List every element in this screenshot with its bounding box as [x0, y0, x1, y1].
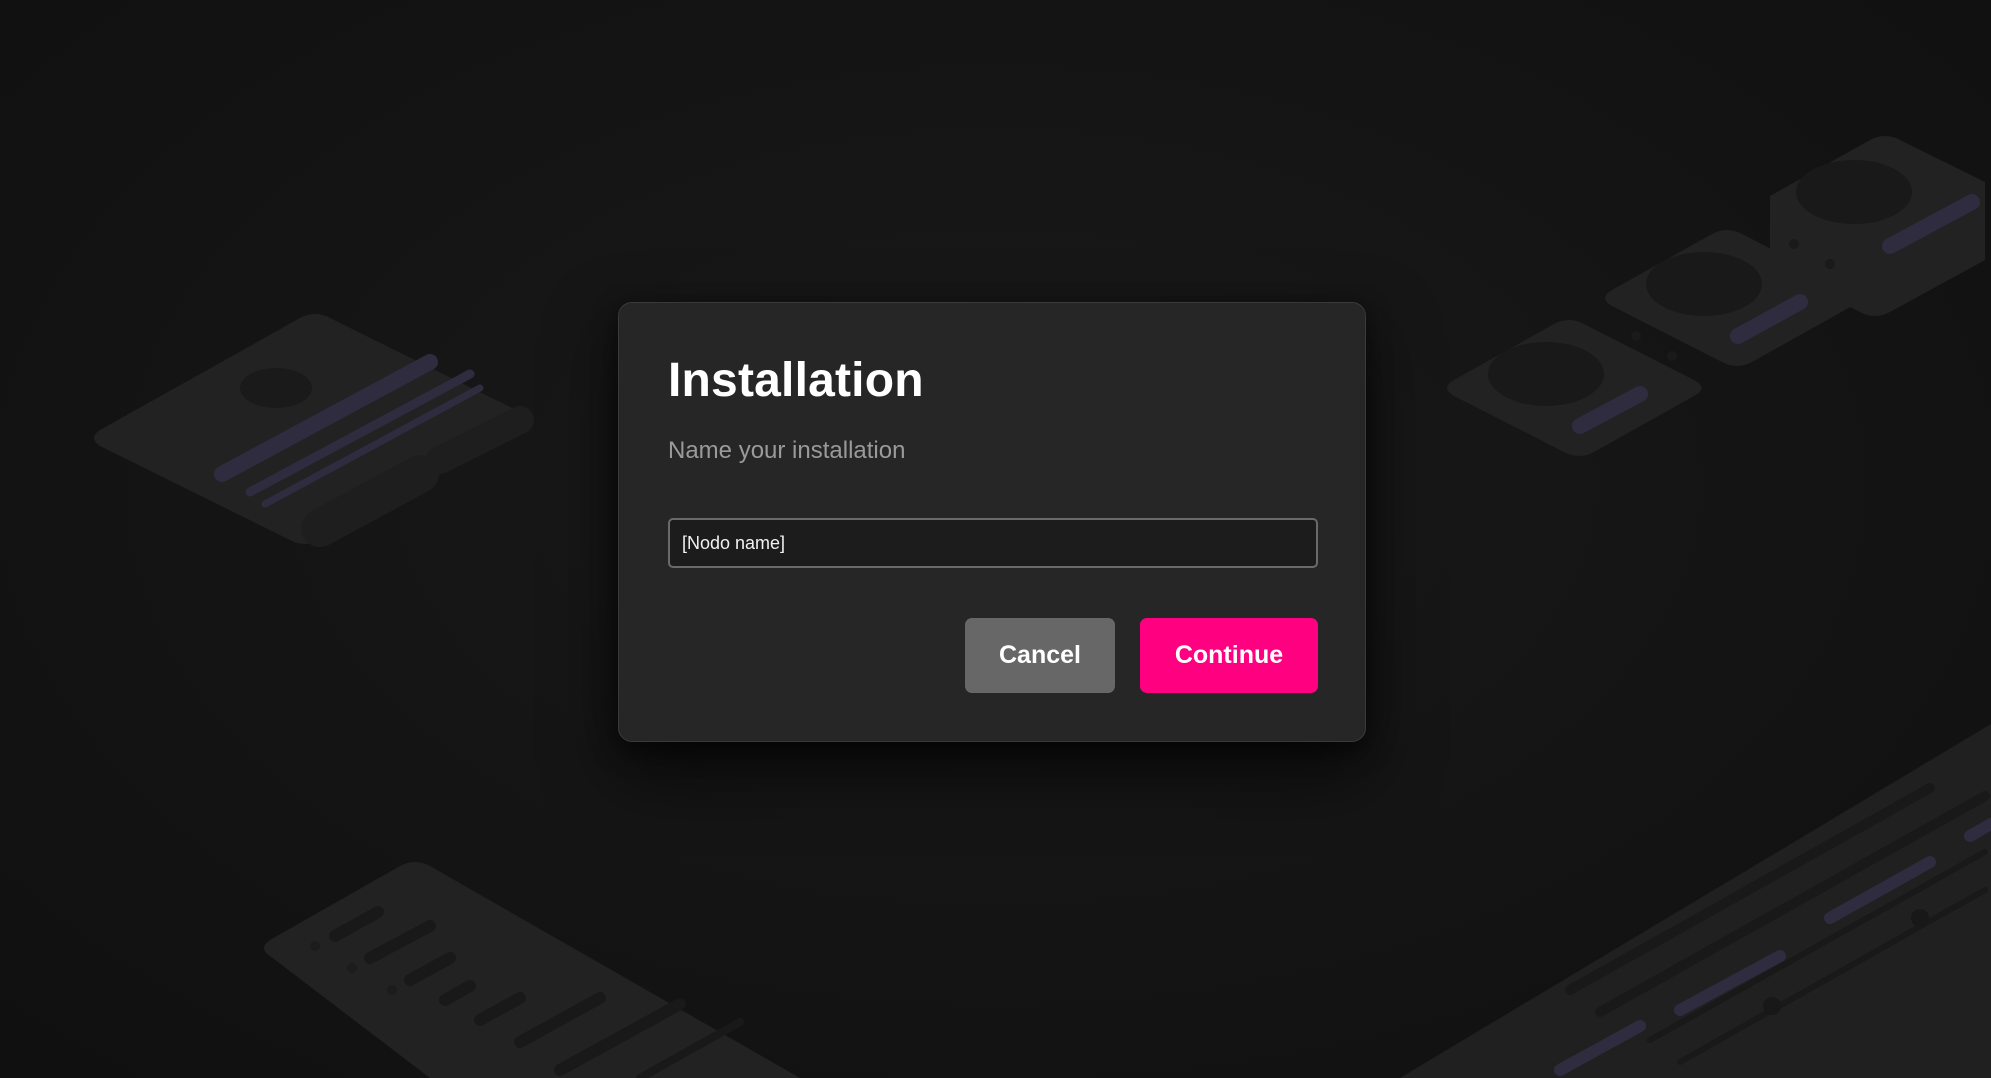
installation-dialog: Installation Name your installation Canc…: [618, 302, 1366, 742]
decor-left-card: [94, 314, 534, 547]
cancel-button[interactable]: Cancel: [965, 618, 1115, 693]
decor-bottom-right-panel: [1400, 724, 1991, 1078]
dialog-title: Installation: [668, 354, 924, 407]
dialog-subtitle: Name your installation: [668, 437, 906, 464]
installation-name-input[interactable]: [668, 518, 1318, 568]
installation-screen: Installation Name your installation Canc…: [0, 0, 1991, 1078]
continue-button[interactable]: Continue: [1140, 618, 1318, 693]
decor-right-tiles: [1447, 136, 1985, 456]
decor-bottom-left-panel: [264, 862, 800, 1078]
